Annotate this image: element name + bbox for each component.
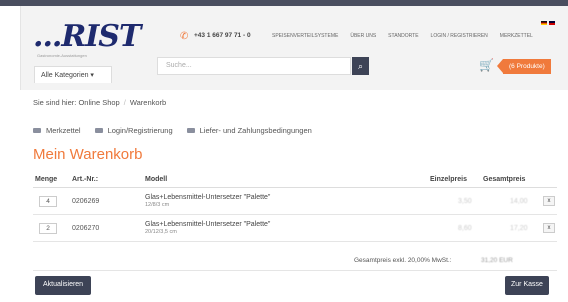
link-conditions[interactable]: Liefer- und Zahlungsbedingungen: [186, 126, 312, 135]
breadcrumb: Sie sind hier: Online Shop / Warenkorb: [33, 98, 166, 107]
cart-icon[interactable]: 🛒: [479, 58, 494, 72]
logo-text: ...RIST: [33, 19, 141, 54]
table-row: 2 0206270 Glas+Lebensmittel-Untersetzer …: [33, 215, 557, 242]
flag-de-icon[interactable]: [541, 21, 547, 25]
search-button[interactable]: ⌕: [352, 57, 369, 75]
model-size: 20/12/3,5 cm: [145, 229, 177, 235]
nav-item-standorte[interactable]: STANDORTE: [388, 33, 418, 39]
checkout-button[interactable]: Zur Kasse: [505, 276, 549, 295]
model-cell: Glas+Lebensmittel-Untersetzer "Palette" …: [145, 221, 270, 235]
nav-item-speisenverteilsysteme[interactable]: SPEISENVERTEILSYSTEME: [272, 33, 338, 39]
nav-item-ueber-uns[interactable]: ÜBER UNS: [350, 33, 376, 39]
quantity-input[interactable]: 4: [39, 196, 57, 207]
link-label: Liefer- und Zahlungsbedingungen: [199, 126, 312, 135]
link-label: Login/Registrierung: [107, 126, 173, 135]
total-price: 17,20: [510, 225, 528, 232]
link-merkzettel[interactable]: Merkzettel: [33, 126, 81, 135]
quantity-input[interactable]: 2: [39, 223, 57, 234]
article-number: 0206270: [72, 225, 100, 232]
search-icon: ⌕: [357, 61, 364, 71]
phone-icon: ✆: [180, 31, 189, 42]
total-price: 14,00: [510, 198, 528, 205]
nav-item-login[interactable]: LOGIN / REGISTRIEREN: [431, 33, 488, 39]
top-nav: SPEISENVERTEILSYSTEME ÜBER UNS STANDORTE…: [272, 33, 533, 39]
remove-button[interactable]: x: [543, 196, 555, 206]
article-number: 0206269: [72, 198, 100, 205]
model-name[interactable]: Glas+Lebensmittel-Untersetzer "Palette": [145, 194, 270, 201]
total-label: Gesamtpreis exkl. 20,00% MwSt.:: [354, 257, 452, 264]
link-login[interactable]: Login/Registrierung: [94, 126, 173, 135]
table-row: 4 0206269 Glas+Lebensmittel-Untersetzer …: [33, 188, 557, 215]
header-art: Art.-Nr.:: [72, 176, 99, 183]
page-title: Mein Warenkorb: [33, 146, 143, 163]
header-total-price: Gesamtpreis: [483, 176, 526, 183]
envelope-icon: [33, 128, 41, 133]
logo[interactable]: ...RIST Gastronomie-Ausstattungen: [33, 19, 141, 59]
header-qty: Menge: [35, 176, 58, 183]
nav-item-merkzettel[interactable]: MERKZETTEL: [500, 33, 533, 39]
update-button[interactable]: Aktualisieren: [35, 276, 92, 295]
account-links: Merkzettel Login/Registrierung Liefer- u…: [33, 126, 312, 135]
breadcrumb-shop[interactable]: Sie sind hier: Online Shop: [33, 98, 120, 107]
unit-price: 3,50: [458, 198, 472, 205]
flag-en-icon[interactable]: [549, 21, 555, 25]
remove-button[interactable]: x: [543, 223, 555, 233]
breadcrumb-current: Warenkorb: [129, 98, 167, 107]
envelope-icon: [186, 128, 195, 133]
header-model: Modell: [145, 176, 168, 183]
link-label: Merkzettel: [46, 126, 81, 135]
envelope-icon: [94, 128, 103, 133]
language-flags: [541, 21, 555, 25]
table-header: Menge Art.-Nr.: Modell Einzelpreis Gesam…: [33, 172, 557, 188]
model-name[interactable]: Glas+Lebensmittel-Untersetzer "Palette": [145, 221, 270, 228]
model-cell: Glas+Lebensmittel-Untersetzer "Palette" …: [145, 194, 270, 208]
breadcrumb-separator: /: [123, 98, 126, 107]
cart-badge[interactable]: (6 Produkte): [497, 59, 551, 74]
divider: [33, 270, 557, 271]
category-dropdown[interactable]: Alle Kategorien ▾: [34, 66, 112, 83]
total-value: 31,20 EUR: [481, 257, 513, 264]
search-input[interactable]: Suche...: [157, 57, 351, 75]
phone-number[interactable]: +43 1 667 97 71 - 0: [194, 32, 251, 39]
header-unit-price: Einzelpreis: [430, 176, 467, 183]
cart-table: Menge Art.-Nr.: Modell Einzelpreis Gesam…: [33, 172, 557, 242]
model-size: 12/8/3 cm: [145, 202, 170, 208]
unit-price: 8,60: [458, 225, 472, 232]
